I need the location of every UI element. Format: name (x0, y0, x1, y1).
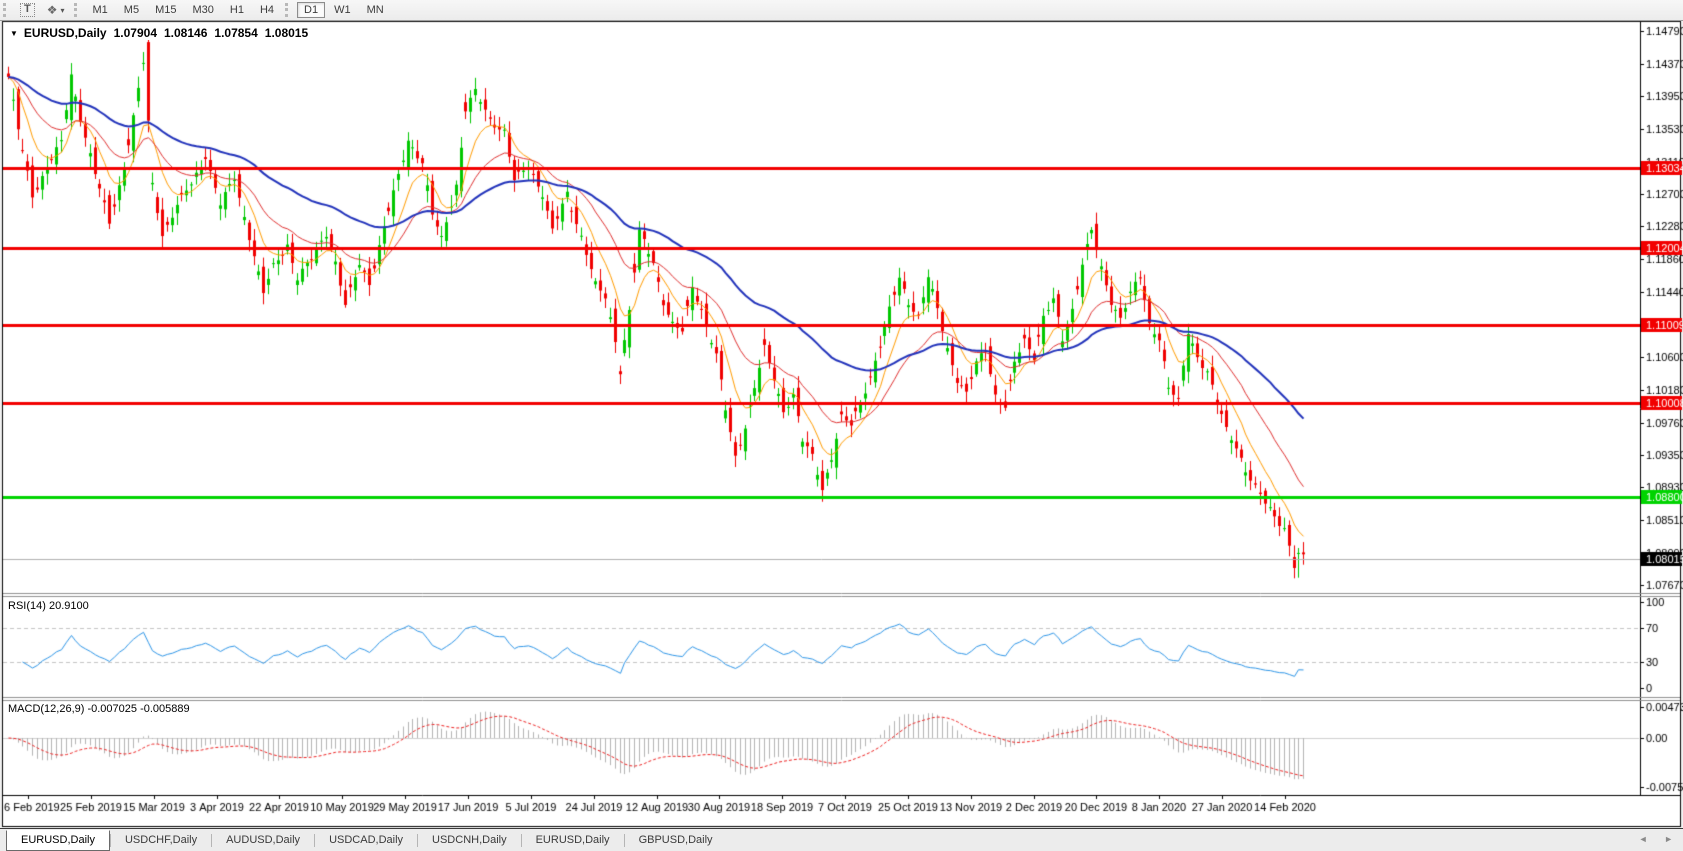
quote-low: 1.07854 (214, 26, 257, 40)
timeframe-button-d1[interactable]: D1 (297, 2, 325, 18)
tile-windows-button[interactable]: ❖ ▾ (42, 1, 70, 19)
timeframe-button-m15[interactable]: M15 (148, 2, 183, 18)
symbol-period-label: EURUSD,Daily (24, 26, 107, 40)
rsi-indicator-label: RSI(14) 20.9100 (8, 600, 92, 612)
macd-indicator-label: MACD(12,26,9) -0.007025 -0.005889 (8, 703, 193, 715)
chart-tab-bar: EURUSD,DailyUSDCHF,DailyAUDUSD,DailyUSDC… (0, 828, 1683, 851)
toolbar-drag-handle[interactable] (74, 3, 80, 17)
timeframe-button-m5[interactable]: M5 (117, 2, 146, 18)
dropdown-caret-icon: ▾ (61, 6, 65, 15)
tab-usdchf-daily[interactable]: USDCHF,Daily (111, 831, 211, 850)
quote-open: 1.07904 (114, 26, 157, 40)
quote-high: 1.08146 (164, 26, 207, 40)
text-tool-button[interactable]: T (15, 1, 40, 19)
timeframe-button-h1[interactable]: H1 (223, 2, 251, 18)
tab-gbpusd-daily[interactable]: GBPUSD,Daily (625, 831, 727, 850)
chart-title-overlay: ▼ EURUSD,Daily 1.07904 1.08146 1.07854 1… (10, 26, 319, 40)
chart-canvas[interactable] (0, 0, 1683, 850)
timeframe-button-m1[interactable]: M1 (86, 2, 115, 18)
tab-usdcnh-daily[interactable]: USDCNH,Daily (418, 831, 521, 850)
tab-scroll-right-button[interactable]: ► (1664, 834, 1673, 844)
tab-scroll-arrows: ◄ ► (1625, 834, 1673, 844)
timeframe-button-m30[interactable]: M30 (185, 2, 220, 18)
timeframe-buttons: M1M5M15M30H1H4 D1W1MN (85, 2, 392, 18)
tab-eurusd-daily[interactable]: EURUSD,Daily (522, 831, 624, 850)
timeframe-button-mn[interactable]: MN (360, 2, 391, 18)
window-menu-caret-icon[interactable]: ▼ (10, 29, 18, 38)
tab-scroll-left-button[interactable]: ◄ (1639, 834, 1648, 844)
toolbar-drag-handle[interactable] (3, 3, 9, 17)
text-tool-icon: T (20, 3, 35, 17)
toolbar-drag-handle[interactable] (285, 3, 291, 17)
timeframe-button-w1[interactable]: W1 (327, 2, 358, 18)
tab-eurusd-daily[interactable]: EURUSD,Daily (6, 830, 110, 851)
timeframe-button-h4[interactable]: H4 (253, 2, 281, 18)
main-toolbar: T ❖ ▾ M1M5M15M30H1H4 D1W1MN (0, 0, 1683, 21)
quote-close: 1.08015 (265, 26, 308, 40)
tab-usdcad-daily[interactable]: USDCAD,Daily (315, 831, 417, 850)
tile-windows-icon: ❖ (47, 3, 58, 17)
tab-audusd-daily[interactable]: AUDUSD,Daily (212, 831, 314, 850)
